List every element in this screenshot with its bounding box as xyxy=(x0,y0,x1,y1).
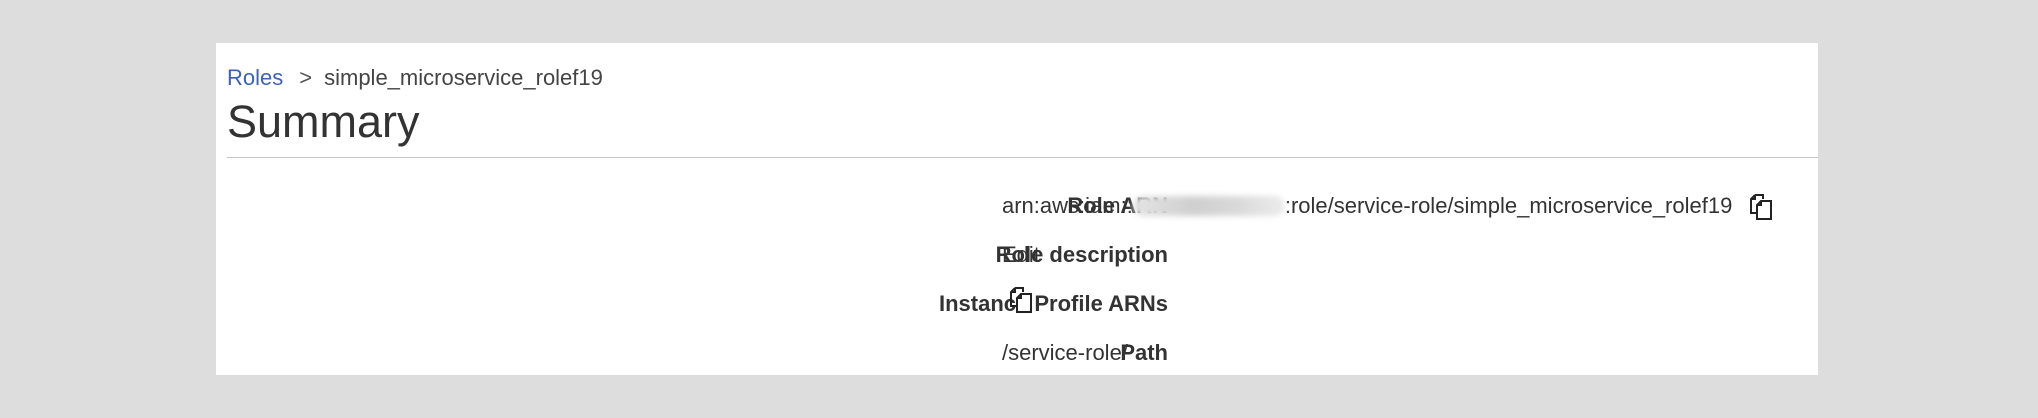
breadcrumb: Roles > simple_microservice_rolef19 xyxy=(227,65,603,91)
breadcrumb-separator: > xyxy=(299,65,313,90)
role-arn-row: Role ARN arn:aws:iam:::role/service-role… xyxy=(216,186,1818,226)
instance-profile-arns-label: Instance Profile ARNs xyxy=(938,291,1168,316)
role-arn-prefix: arn:aws:iam:: xyxy=(1002,193,1133,218)
role-arn-suffix: :role/service-role/simple_microservice_r… xyxy=(1284,193,1733,218)
page-title: Summary xyxy=(227,96,420,147)
role-summary-panel: Roles > simple_microservice_rolef19 Summar… xyxy=(216,43,1818,375)
breadcrumb-current: simple_microservice_rolef19 xyxy=(324,65,603,90)
path-row: Path /service-role/ xyxy=(216,333,1818,373)
breadcrumb-roles-link[interactable]: Roles xyxy=(227,65,283,90)
role-arn-value: arn:aws:iam:::role/service-role/simple_m… xyxy=(1002,186,1776,226)
redacted-account-id xyxy=(1132,196,1285,216)
role-description-row: Role description Edit xyxy=(216,235,1818,275)
copy-icon[interactable] xyxy=(1006,284,1036,314)
edit-description-link[interactable]: Edit xyxy=(1002,235,1040,275)
copy-icon[interactable] xyxy=(1746,191,1776,221)
divider xyxy=(227,157,1818,158)
instance-profile-arns-row: Instance Profile ARNs xyxy=(216,284,1818,324)
path-value: /service-role/ xyxy=(1002,340,1128,365)
instance-profile-arns-value xyxy=(1002,284,1036,314)
